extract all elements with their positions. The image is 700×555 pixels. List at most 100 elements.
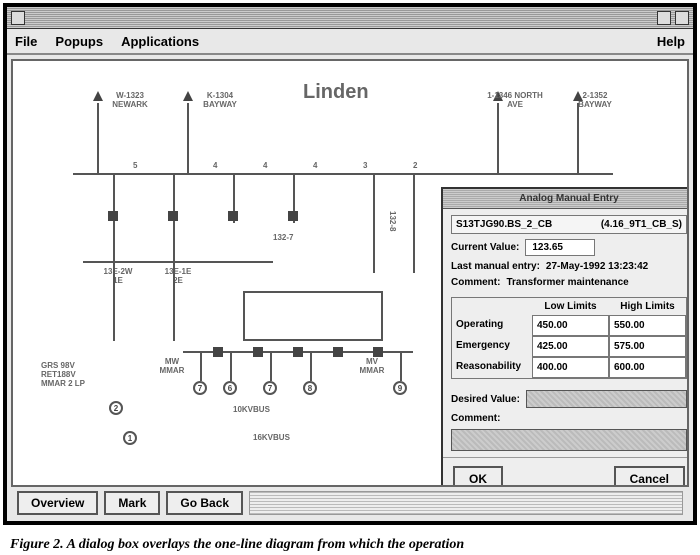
side-label: 13E-1E 2E [159, 267, 197, 285]
line [187, 103, 189, 173]
line [413, 173, 415, 273]
line [230, 351, 232, 381]
menu-file[interactable]: File [15, 34, 37, 49]
generator-icon[interactable]: 1 [123, 431, 137, 445]
generator-icon[interactable]: 8 [303, 381, 317, 395]
maximize-icon[interactable] [675, 11, 689, 25]
system-menu-icon[interactable] [11, 11, 25, 25]
reasonability-low[interactable]: 400.00 [532, 357, 609, 378]
dialog-titlebar[interactable]: Analog Manual Entry [443, 189, 689, 209]
goback-button[interactable]: Go Back [166, 491, 243, 515]
last-entry-label: Last manual entry: [451, 261, 540, 272]
generator-box[interactable] [243, 291, 383, 341]
bottom-label: MW MMAR [153, 357, 191, 375]
feeder-arrow-icon [93, 91, 103, 101]
line [373, 173, 375, 273]
breaker-icon[interactable] [373, 347, 383, 357]
comment-input[interactable] [451, 429, 687, 451]
bus [83, 261, 273, 263]
operating-low[interactable]: 450.00 [532, 315, 609, 336]
workarea: Linden W-1323 NEWARK K-1304 BAYWAY 1-134… [11, 59, 689, 487]
overview-button[interactable]: Overview [17, 491, 98, 515]
diagram-title: Linden [303, 81, 369, 104]
feeder-label: 2-1352 BAYWAY [565, 91, 625, 109]
generator-icon[interactable]: 6 [223, 381, 237, 395]
breaker-icon[interactable] [108, 211, 118, 221]
line [173, 261, 175, 341]
reasonability-high[interactable]: 600.00 [609, 357, 686, 378]
minimize-icon[interactable] [657, 11, 671, 25]
menu-popups[interactable]: Popups [55, 34, 103, 49]
breaker-icon[interactable] [168, 211, 178, 221]
point-id-line: S13TJG90.BS_2_CB (4.16_9T1_CB_S) [451, 215, 687, 234]
limits-table: Low Limits High Limits Operating 450.00 … [451, 297, 687, 379]
mid-label: 132-8 [388, 211, 397, 231]
node-label: 5 [133, 161, 137, 170]
desired-value-input[interactable] [526, 390, 687, 408]
row-reasonability-label: Reasonability [452, 357, 532, 378]
line [310, 351, 312, 381]
breaker-icon[interactable] [288, 211, 298, 221]
comment-input-label: Comment: [451, 413, 687, 424]
figure-caption: Figure 2. A dialog box overlays the one-… [10, 537, 464, 553]
point-code: (4.16_9T1_CB_S) [601, 219, 682, 230]
col-high-limits: High Limits [609, 298, 686, 315]
breaker-icon[interactable] [213, 347, 223, 357]
manual-entry-dialog: Analog Manual Entry S13TJG90.BS_2_CB (4.… [441, 187, 689, 487]
row-operating-label: Operating [452, 315, 532, 336]
feeder-label: W-1323 NEWARK [105, 91, 155, 109]
current-value-label: Current Value: [451, 242, 519, 253]
point-id: S13TJG90.BS_2_CB [456, 219, 552, 230]
line [400, 351, 402, 381]
menu-help[interactable]: Help [657, 34, 685, 49]
generator-icon[interactable]: 7 [263, 381, 277, 395]
mark-button[interactable]: Mark [104, 491, 160, 515]
col-low-limits: Low Limits [532, 298, 609, 315]
feeder-arrow-icon [183, 91, 193, 101]
line [270, 351, 272, 381]
operating-high[interactable]: 550.00 [609, 315, 686, 336]
feeder-label: 1-1346 NORTH AVE [485, 91, 545, 109]
comment-label: Comment: [451, 277, 500, 288]
line [97, 103, 99, 173]
breaker-icon[interactable] [293, 347, 303, 357]
node-label: 4 [313, 161, 317, 170]
window-titlebar [7, 7, 693, 29]
bus-label: 16KVBUS [253, 433, 290, 442]
mid-label: 132-7 [273, 233, 293, 242]
menu-applications[interactable]: Applications [121, 34, 199, 49]
feeder-label: K-1304 BAYWAY [195, 91, 245, 109]
line [497, 103, 499, 173]
generator-icon[interactable]: 2 [109, 401, 123, 415]
comment-value: Transformer maintenance [506, 277, 628, 288]
desired-value-label: Desired Value: [451, 394, 520, 405]
row-emergency-label: Emergency [452, 336, 532, 357]
bottom-toolbar: Overview Mark Go Back [11, 489, 689, 517]
node-label: 4 [213, 161, 217, 170]
side-label: 13E-2W 1E [99, 267, 137, 285]
cancel-button[interactable]: Cancel [614, 466, 685, 487]
breaker-icon[interactable] [253, 347, 263, 357]
line [113, 221, 115, 261]
last-entry-value: 27-May-1992 13:23:42 [546, 261, 648, 272]
current-value: 123.65 [525, 239, 595, 256]
line [200, 351, 202, 381]
node-label: 3 [363, 161, 367, 170]
node-label: 4 [263, 161, 267, 170]
node-label: 2 [413, 161, 417, 170]
bottom-label: MV MMAR [353, 357, 391, 375]
toolbar-spacer [249, 491, 683, 515]
generator-icon[interactable]: 9 [393, 381, 407, 395]
emergency-low[interactable]: 425.00 [532, 336, 609, 357]
line [113, 261, 115, 341]
breaker-icon[interactable] [228, 211, 238, 221]
breaker-icon[interactable] [333, 347, 343, 357]
line [173, 221, 175, 261]
menubar: File Popups Applications Help [7, 29, 693, 55]
emergency-high[interactable]: 575.00 [609, 336, 686, 357]
line [577, 103, 579, 173]
bus-label: 10KVBUS [233, 405, 270, 414]
ok-button[interactable]: OK [453, 466, 503, 487]
bus [73, 173, 613, 175]
generator-icon[interactable]: 7 [193, 381, 207, 395]
